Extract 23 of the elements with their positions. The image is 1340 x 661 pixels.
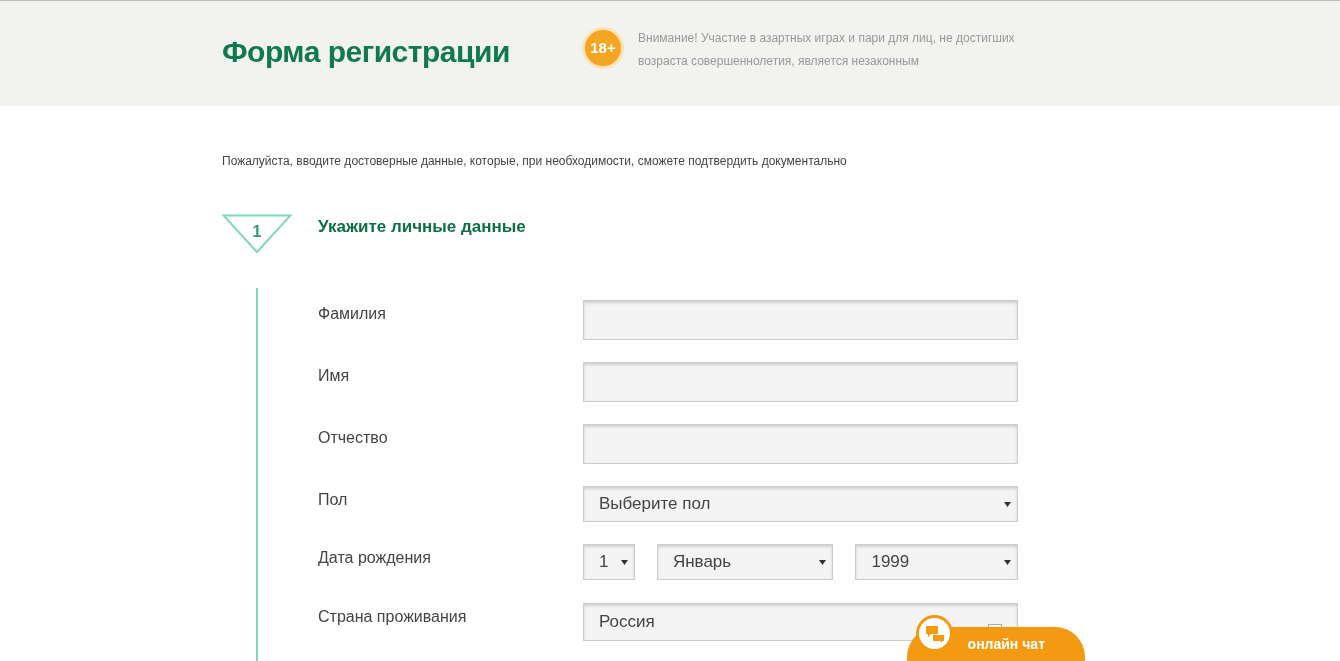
select-field[interactable]: Выберите пол — [583, 486, 1018, 522]
intro-text: Пожалуйста, вводите достоверные данные, которые, при необходимости, сможете подтвердить документально — [222, 153, 848, 170]
caret-icon — [1004, 501, 1011, 507]
input-field[interactable] — [583, 362, 1018, 402]
age-warning: Внимание! Участие в азартных играх и пари для лиц, не достигших возраста совершеннолетия, является незаконным — [638, 30, 1016, 70]
age-badge: 18+ — [582, 27, 624, 69]
field-label: Отчество — [318, 428, 389, 448]
page-title: Форма регистрации — [222, 34, 511, 70]
select-field[interactable]: 1 — [583, 544, 635, 580]
field-label: Дата рождения — [318, 548, 432, 568]
caret-icon — [819, 559, 827, 565]
field-label: Фамилия — [318, 304, 387, 324]
field-label: Страна проживания — [318, 607, 468, 627]
caret-icon — [1004, 559, 1011, 565]
caret-icon — [620, 559, 628, 565]
step-number-drawing: 1 — [222, 214, 292, 254]
select-field[interactable]: 1999 — [855, 544, 1018, 580]
input-field[interactable] — [583, 300, 1018, 340]
section-title: Укажите личные данные — [318, 216, 526, 238]
select-field[interactable]: Январь — [656, 544, 834, 580]
field-label: Имя — [318, 366, 351, 386]
field-label: Пол — [318, 490, 349, 510]
input-field[interactable] — [583, 424, 1018, 464]
